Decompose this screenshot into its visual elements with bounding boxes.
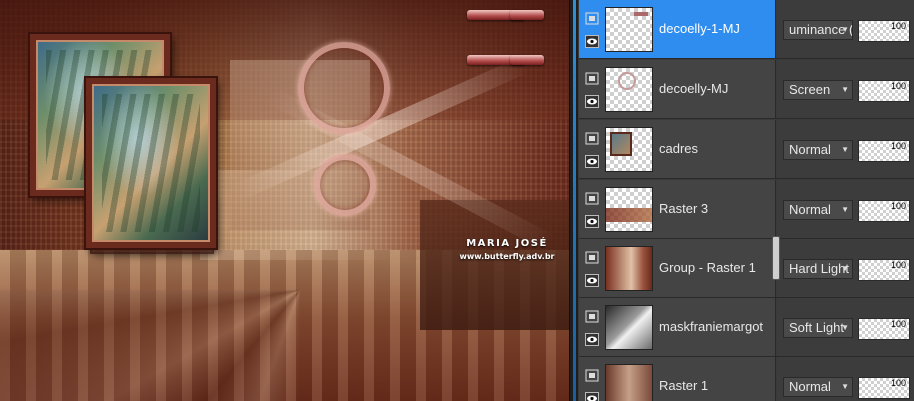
decor-clip [510,10,544,20]
opacity-field[interactable]: 100 [858,20,910,42]
layer-lock-icon[interactable] [585,369,599,382]
blend-mode-value: Normal [789,202,831,217]
opacity-field[interactable]: 100 [858,318,910,340]
layer-lock-icon[interactable] [585,12,599,25]
layer-name[interactable]: maskfraniemargot [659,298,763,356]
blend-mode-dropdown[interactable]: Normal ▼ [783,140,853,160]
layer-row[interactable]: Group - Raster 1 Hard Light ▼ 100 [579,239,914,298]
layer-info[interactable]: Raster 3 [579,180,776,238]
chevron-down-icon: ▼ [841,85,849,94]
layer-info[interactable]: decoelly-MJ [579,60,776,118]
chevron-down-icon: ▼ [841,25,849,34]
layer-properties: uminance ( ▼ 100 [777,0,914,58]
layer-thumbnail[interactable] [605,187,653,232]
watermark-url: www.butterfly.adv.br [459,252,555,261]
blend-mode-dropdown[interactable]: uminance ( ▼ [783,20,853,40]
blend-mode-value: Soft Light [789,320,844,335]
layer-lock-icon[interactable] [585,72,599,85]
layer-name[interactable]: Raster 3 [659,180,708,238]
eye-icon[interactable] [585,35,599,48]
blend-mode-dropdown[interactable]: Hard Light ▼ [783,259,853,279]
layer-lock-icon[interactable] [585,132,599,145]
image-canvas[interactable]: MARIA JOSÉ www.butterfly.adv.br [0,0,569,401]
eye-icon[interactable] [585,333,599,346]
layer-lock-icon[interactable] [585,251,599,264]
eye-icon[interactable] [585,392,599,401]
panel-splitter[interactable] [569,0,579,401]
layer-lock-icon[interactable] [585,192,599,205]
layers-scroll-handle[interactable] [772,236,780,280]
layer-info[interactable]: Raster 1 [579,357,776,401]
opacity-field[interactable]: 100 [858,140,910,162]
layer-properties: Hard Light ▼ 100 [777,239,914,297]
watermark: MARIA JOSÉ www.butterfly.adv.br [447,238,567,261]
layer-info[interactable]: maskfraniemargot [579,298,776,356]
watermark-name: MARIA JOSÉ [466,238,548,249]
blend-mode-dropdown[interactable]: Normal ▼ [783,200,853,220]
layer-thumbnail[interactable] [605,246,653,291]
layer-info[interactable]: cadres [579,120,776,178]
eye-icon[interactable] [585,155,599,168]
blend-mode-dropdown[interactable]: Screen ▼ [783,80,853,100]
blend-mode-dropdown[interactable]: Normal ▼ [783,377,853,397]
layer-row[interactable]: cadres Normal ▼ 100 [579,120,914,179]
layer-name[interactable]: Group - Raster 1 [659,239,756,297]
decor-ring [314,154,376,216]
layer-name[interactable]: Raster 1 [659,357,708,401]
layer-thumbnail[interactable] [605,67,653,112]
chevron-down-icon: ▼ [841,323,849,332]
layer-row[interactable]: Raster 3 Normal ▼ 100 [579,180,914,239]
opacity-field[interactable]: 100 [858,80,910,102]
blend-mode-value: Screen [789,82,831,97]
blend-mode-dropdown[interactable]: Soft Light ▼ [783,318,853,338]
chevron-down-icon: ▼ [841,145,849,154]
blend-mode-value: Normal [789,379,831,394]
layer-name[interactable]: cadres [659,120,698,178]
layers-panel: decoelly-1-MJ uminance ( ▼ 100 decoelly-… [579,0,914,401]
eye-icon[interactable] [585,95,599,108]
blend-mode-value: Hard Light [789,261,849,276]
layer-properties: Normal ▼ 100 [777,180,914,238]
layer-row[interactable]: Raster 1 Normal ▼ 100 [579,357,914,401]
layer-thumbnail[interactable] [605,364,653,401]
eye-icon[interactable] [585,274,599,287]
layer-name[interactable]: decoelly-1-MJ [659,0,740,58]
layer-thumbnail[interactable] [605,305,653,350]
blend-mode-value: Normal [789,142,831,157]
layer-name[interactable]: decoelly-MJ [659,60,728,118]
layer-properties: Normal ▼ 100 [777,357,914,401]
chevron-down-icon: ▼ [841,382,849,391]
layer-properties: Normal ▼ 100 [777,120,914,178]
layer-properties: Screen ▼ 100 [777,60,914,118]
opacity-field[interactable]: 100 [858,377,910,399]
layer-info[interactable]: decoelly-1-MJ [579,0,776,58]
decor-clip [510,55,544,65]
opacity-field[interactable]: 100 [858,259,910,281]
layer-lock-icon[interactable] [585,310,599,323]
layer-row[interactable]: maskfraniemargot Soft Light ▼ 100 [579,298,914,357]
picture-frame [86,78,216,248]
chevron-down-icon: ▼ [841,205,849,214]
layer-row[interactable]: decoelly-MJ Screen ▼ 100 [579,60,914,119]
eye-icon[interactable] [585,215,599,228]
opacity-field[interactable]: 100 [858,200,910,222]
layer-info[interactable]: Group - Raster 1 [579,239,776,297]
layer-thumbnail[interactable] [605,7,653,52]
layer-thumbnail[interactable] [605,127,653,172]
chevron-down-icon: ▼ [841,264,849,273]
layer-properties: Soft Light ▼ 100 [777,298,914,356]
decor-ring [298,42,390,134]
layer-row[interactable]: decoelly-1-MJ uminance ( ▼ 100 [579,0,914,59]
